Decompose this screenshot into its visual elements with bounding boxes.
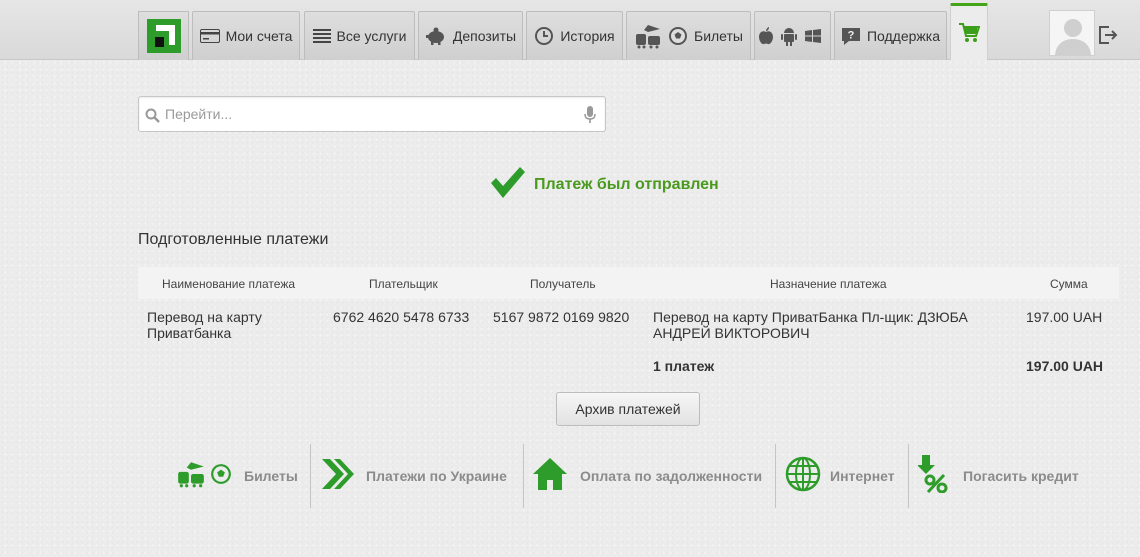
nav-tickets-label: Билеты [694, 28, 743, 44]
quick-link-tickets[interactable]: Билеты [176, 444, 298, 508]
header-name: Наименование платежа [162, 277, 296, 291]
success-message: Платеж был отправлен [489, 165, 719, 206]
microphone-icon[interactable] [584, 106, 596, 129]
cell-name: Перевод на карту Приватбанка [147, 309, 262, 341]
nav-history[interactable]: История [526, 11, 623, 60]
quick-link-repay-credit[interactable]: Погасить кредит [917, 444, 1079, 508]
quick-link-internet-label: Интернет [830, 468, 895, 484]
support-question-icon: ? [841, 26, 861, 46]
quick-link-ukraine-payments[interactable]: Платежи по Украине [320, 444, 507, 508]
nav-all-services[interactable]: Все услуги [304, 11, 415, 60]
transport-icon [634, 23, 662, 49]
search-input[interactable] [165, 97, 575, 131]
quick-link-debt-label: Оплата по задолженности [580, 468, 763, 484]
nav-tickets[interactable]: Билеты [626, 11, 751, 60]
shopping-cart-icon [958, 21, 981, 46]
house-icon [532, 456, 568, 497]
table-row[interactable]: Перевод на карту Приватбанка 6762 4620 5… [138, 299, 1119, 353]
nav-support-label: Поддержка [866, 28, 941, 44]
header-purpose: Назначение платежа [770, 277, 887, 291]
archive-payments-button[interactable]: Архив платежей [556, 392, 700, 426]
table-totals: 1 платеж 197.00 UAH [138, 353, 1119, 383]
search-icon [145, 108, 161, 129]
avatar-silhouette-icon [1050, 11, 1094, 55]
user-avatar[interactable] [1049, 10, 1095, 56]
checkmark-icon [489, 165, 526, 206]
nav-deposits-label: Депозиты [452, 28, 517, 44]
android-icon [780, 26, 798, 46]
quick-link-tickets-label: Билеты [244, 468, 298, 484]
transport-green-icon [176, 460, 206, 493]
logo-icon [146, 19, 181, 53]
divider [523, 444, 524, 508]
header-amount: Сумма [1050, 277, 1088, 291]
card-icon [199, 29, 220, 43]
nav-mobile-apps[interactable] [754, 11, 831, 60]
quick-link-credit-label: Погасить кредит [963, 468, 1079, 484]
football-green-icon [210, 463, 232, 490]
football-icon [668, 26, 688, 46]
payments-table: Наименование платежа Плательщик Получате… [138, 267, 1119, 383]
cell-purpose: Перевод на карту ПриватБанка Пл-щик: ДЗЮ… [653, 309, 968, 341]
top-navigation: Мои счета Все услуги Депозиты История Би… [0, 0, 1140, 60]
quick-link-debt-payment[interactable]: Оплата по задолженности [532, 444, 762, 508]
header-recipient: Получатель [530, 277, 596, 291]
page-title: Подготовленные платежи [138, 231, 329, 248]
success-text: Платеж был отправлен [534, 176, 719, 193]
cell-payer: 6762 4620 5478 6733 [333, 309, 470, 325]
nav-deposits[interactable]: Депозиты [418, 11, 523, 60]
history-clock-icon [534, 26, 554, 46]
nav-cart[interactable] [950, 3, 988, 60]
cell-recipient: 5167 9872 0169 9820 [493, 309, 630, 325]
total-count: 1 платеж [653, 358, 715, 374]
divider [908, 444, 909, 508]
svg-text:?: ? [848, 30, 855, 42]
globe-icon [785, 456, 821, 497]
logout-icon[interactable] [1097, 24, 1119, 46]
nav-my-accounts-label: Мои счета [225, 28, 293, 44]
nav-my-accounts[interactable]: Мои счета [192, 11, 300, 60]
search-box [138, 96, 606, 132]
nav-all-services-label: Все услуги [336, 28, 407, 44]
divider [310, 444, 311, 508]
list-icon [312, 28, 331, 44]
percent-down-icon [917, 454, 950, 498]
privatbank-logo[interactable] [138, 11, 189, 60]
quick-link-ukraine-label: Платежи по Украине [366, 468, 507, 484]
piggy-bank-icon [425, 27, 447, 45]
double-chevron-icon [320, 457, 354, 496]
table-header: Наименование платежа Плательщик Получате… [138, 267, 1119, 299]
total-amount: 197.00 UAH [1026, 358, 1104, 374]
nav-history-label: История [560, 28, 615, 44]
header-payer: Плательщик [369, 277, 438, 291]
apple-icon [758, 27, 774, 45]
cell-amount: 197.00 UAH [1026, 309, 1103, 325]
divider [775, 444, 776, 508]
quick-link-internet[interactable]: Интернет [785, 444, 895, 508]
windows-icon [804, 28, 822, 44]
nav-support[interactable]: ? Поддержка [834, 11, 947, 60]
